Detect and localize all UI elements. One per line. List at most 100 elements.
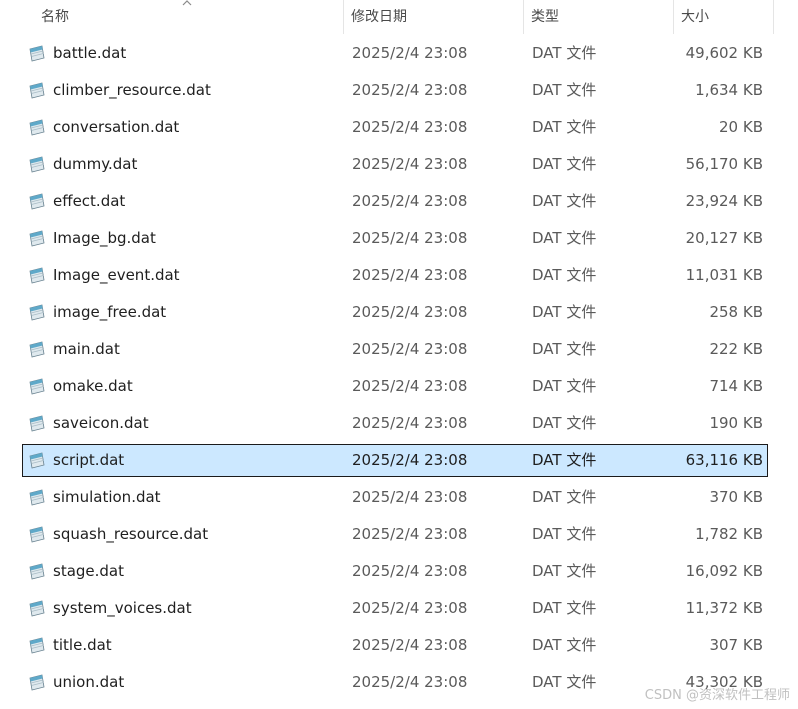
dat-file-icon [29, 267, 45, 284]
file-modified-date: 2025/2/4 23:08 [352, 488, 468, 506]
file-name: union.dat [53, 673, 125, 691]
file-size: 20,127 KB [685, 229, 763, 247]
column-header-type[interactable]: 类型 [531, 0, 559, 34]
file-row[interactable]: effect.dat 2025/2/4 23:08 DAT 文件 23,924 KB [22, 185, 768, 218]
file-type: DAT 文件 [532, 562, 597, 580]
file-modified-date: 2025/2/4 23:08 [352, 599, 468, 617]
file-name: squash_resource.dat [53, 525, 209, 543]
file-row[interactable]: simulation.dat 2025/2/4 23:08 DAT 文件 370 KB [22, 481, 768, 514]
dat-file-icon [29, 637, 45, 654]
file-type: DAT 文件 [532, 673, 597, 691]
file-name: title.dat [53, 636, 112, 654]
file-modified-date: 2025/2/4 23:08 [352, 673, 468, 691]
file-size: 1,634 KB [695, 81, 763, 99]
dat-file-icon [29, 526, 45, 543]
file-type: DAT 文件 [532, 229, 597, 247]
file-row[interactable]: battle.dat 2025/2/4 23:08 DAT 文件 49,602 KB [22, 37, 768, 70]
file-row[interactable]: Image_event.dat 2025/2/4 23:08 DAT 文件 11,03… [22, 259, 768, 292]
dat-file-icon [29, 82, 45, 99]
file-size: 56,170 KB [685, 155, 763, 173]
dat-file-icon [29, 563, 45, 580]
file-name: system_voices.dat [53, 599, 192, 617]
file-modified-date: 2025/2/4 23:08 [352, 525, 468, 543]
file-size: 190 KB [709, 414, 763, 432]
file-row[interactable]: system_voices.dat 2025/2/4 23:08 DAT 文件 11,… [22, 592, 768, 625]
file-name: Image_event.dat [53, 266, 180, 284]
column-header-date[interactable]: 修改日期 [351, 0, 407, 34]
file-size: 1,782 KB [695, 525, 763, 543]
file-row[interactable]: main.dat 2025/2/4 23:08 DAT 文件 222 KB [22, 333, 768, 366]
file-row[interactable]: Image_bg.dat 2025/2/4 23:08 DAT 文件 20,127 K… [22, 222, 768, 255]
file-row[interactable]: omake.dat 2025/2/4 23:08 DAT 文件 714 KB [22, 370, 768, 403]
column-divider[interactable] [343, 0, 344, 34]
column-header-size[interactable]: 大小 [681, 0, 709, 34]
dat-file-icon [29, 415, 45, 432]
file-modified-date: 2025/2/4 23:08 [352, 636, 468, 654]
file-size: 307 KB [709, 636, 763, 654]
file-type: DAT 文件 [532, 118, 597, 136]
dat-file-icon [29, 304, 45, 321]
file-size: 16,092 KB [685, 562, 763, 580]
file-name: Image_bg.dat [53, 229, 156, 247]
file-size: 258 KB [709, 303, 763, 321]
file-modified-date: 2025/2/4 23:08 [352, 451, 468, 469]
dat-file-icon [29, 156, 45, 173]
column-divider[interactable] [523, 0, 524, 34]
file-name: script.dat [53, 451, 125, 469]
file-modified-date: 2025/2/4 23:08 [352, 340, 468, 358]
dat-file-icon [29, 489, 45, 506]
file-type: DAT 文件 [532, 81, 597, 99]
dat-file-icon [29, 45, 45, 62]
file-size: 23,924 KB [685, 192, 763, 210]
file-type: DAT 文件 [532, 525, 597, 543]
column-header-name[interactable]: 名称 [41, 0, 69, 34]
dat-file-icon [29, 452, 45, 469]
file-size: 370 KB [709, 488, 763, 506]
file-row[interactable]: stage.dat 2025/2/4 23:08 DAT 文件 16,092 KB [22, 555, 768, 588]
column-header-bar: 名称 修改日期 类型 大小 [0, 0, 798, 34]
dat-file-icon [29, 193, 45, 210]
file-row[interactable]: script.dat 2025/2/4 23:08 DAT 文件 63,116 KB [22, 444, 768, 477]
file-size: 20 KB [719, 118, 763, 136]
file-row[interactable]: dummy.dat 2025/2/4 23:08 DAT 文件 56,170 KB [22, 148, 768, 181]
file-name: climber_resource.dat [53, 81, 211, 99]
file-type: DAT 文件 [532, 155, 597, 173]
file-size: 11,372 KB [685, 599, 763, 617]
column-divider[interactable] [773, 0, 774, 34]
file-row[interactable]: image_free.dat 2025/2/4 23:08 DAT 文件 258 KB [22, 296, 768, 329]
file-modified-date: 2025/2/4 23:08 [352, 192, 468, 210]
file-row[interactable]: title.dat 2025/2/4 23:08 DAT 文件 307 KB [22, 629, 768, 662]
file-row[interactable]: climber_resource.dat 2025/2/4 23:08 DAT 文件… [22, 74, 768, 107]
file-type: DAT 文件 [532, 599, 597, 617]
file-modified-date: 2025/2/4 23:08 [352, 562, 468, 580]
file-modified-date: 2025/2/4 23:08 [352, 266, 468, 284]
dat-file-icon [29, 600, 45, 617]
file-name: saveicon.dat [53, 414, 149, 432]
file-type: DAT 文件 [532, 192, 597, 210]
file-type: DAT 文件 [532, 377, 597, 395]
dat-file-icon [29, 378, 45, 395]
file-size: 714 KB [709, 377, 763, 395]
file-modified-date: 2025/2/4 23:08 [352, 303, 468, 321]
file-type: DAT 文件 [532, 488, 597, 506]
file-modified-date: 2025/2/4 23:08 [352, 377, 468, 395]
file-type: DAT 文件 [532, 414, 597, 432]
file-row[interactable]: saveicon.dat 2025/2/4 23:08 DAT 文件 190 KB [22, 407, 768, 440]
file-row[interactable]: squash_resource.dat 2025/2/4 23:08 DAT 文件 1… [22, 518, 768, 551]
file-type: DAT 文件 [532, 636, 597, 654]
file-row[interactable]: conversation.dat 2025/2/4 23:08 DAT 文件 20 K… [22, 111, 768, 144]
file-name: conversation.dat [53, 118, 180, 136]
file-name: omake.dat [53, 377, 133, 395]
watermark: CSDN @资深软件工程师 [644, 688, 790, 703]
file-size: 11,031 KB [685, 266, 763, 284]
file-size: 49,602 KB [685, 44, 763, 62]
file-modified-date: 2025/2/4 23:08 [352, 229, 468, 247]
file-type: DAT 文件 [532, 266, 597, 284]
file-size: 222 KB [709, 340, 763, 358]
column-divider[interactable] [673, 0, 674, 34]
file-modified-date: 2025/2/4 23:08 [352, 414, 468, 432]
file-type: DAT 文件 [532, 451, 597, 469]
file-name: main.dat [53, 340, 120, 358]
file-modified-date: 2025/2/4 23:08 [352, 155, 468, 173]
file-name: simulation.dat [53, 488, 161, 506]
